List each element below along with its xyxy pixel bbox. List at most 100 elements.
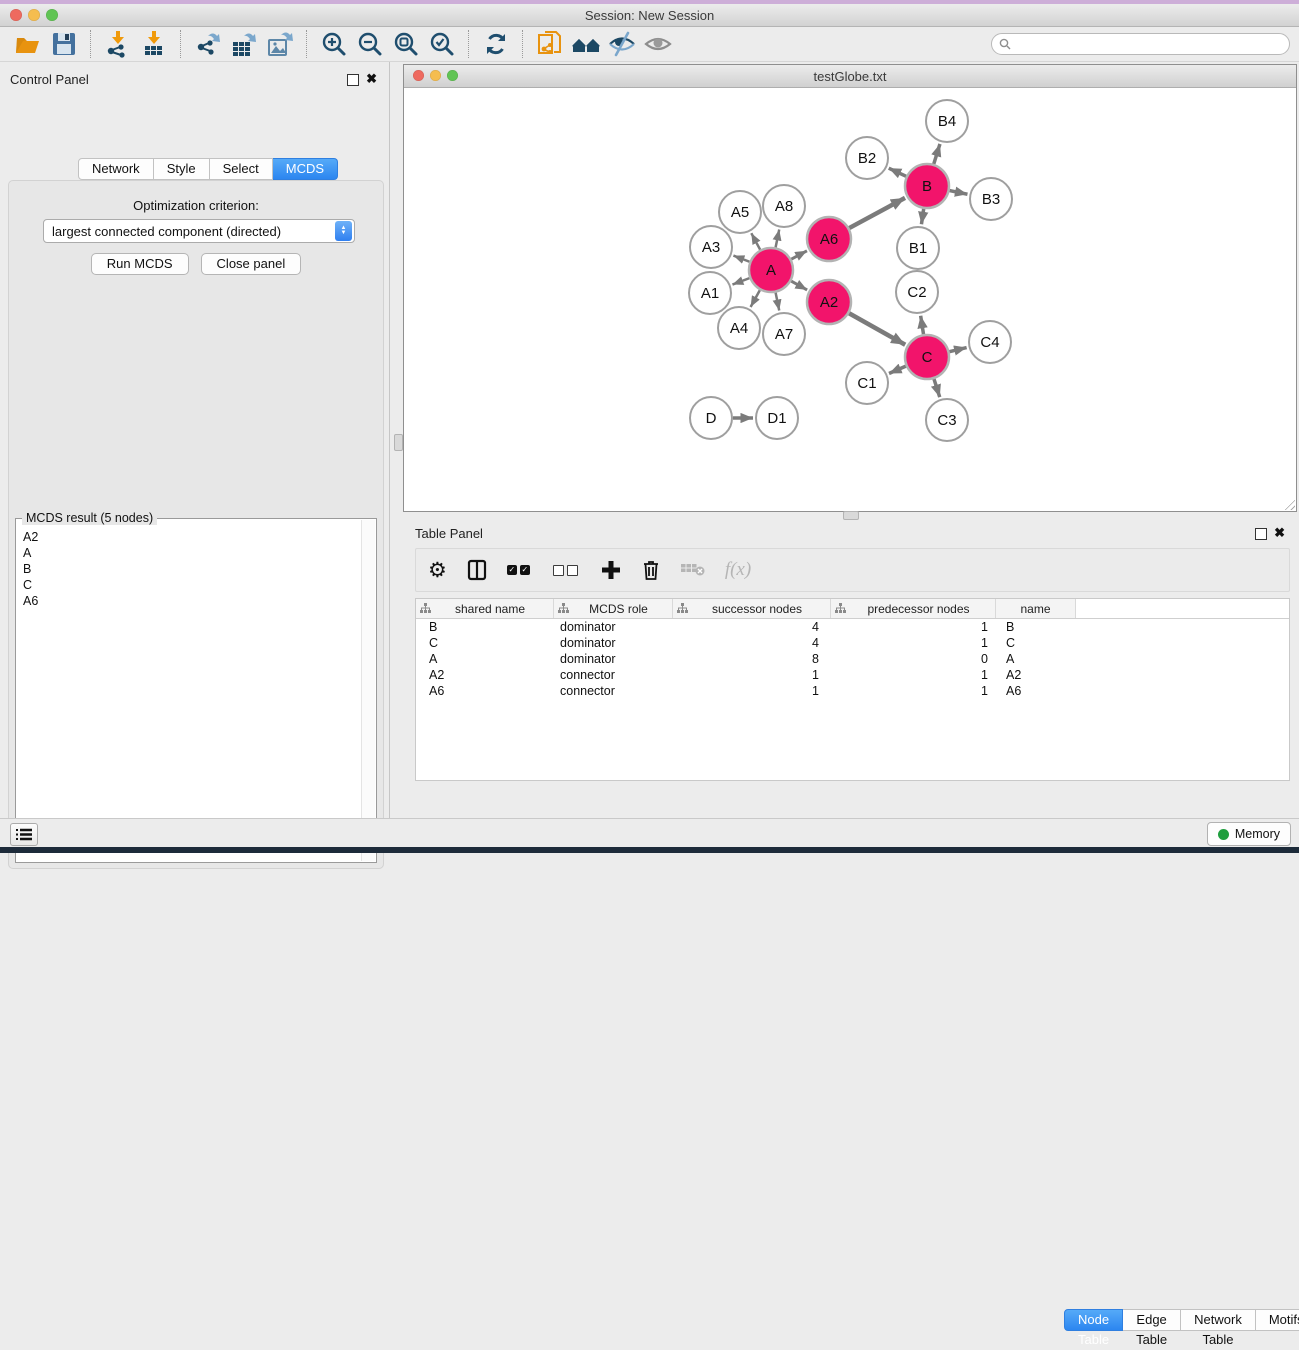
delete-table-icon[interactable] — [681, 563, 705, 577]
table-cell[interactable]: C — [996, 636, 1076, 650]
edge-B-B4[interactable] — [934, 144, 940, 164]
search-input[interactable] — [1015, 36, 1289, 52]
result-item[interactable]: A — [23, 545, 362, 561]
table-cell[interactable]: dominator — [554, 620, 673, 634]
node-B3[interactable]: B3 — [970, 178, 1012, 220]
column-header-shared-name[interactable]: shared name — [416, 599, 554, 618]
table-cell[interactable]: 0 — [831, 652, 996, 666]
tab-motifs[interactable]: Motifs — [1256, 1309, 1299, 1331]
node-A7[interactable]: A7 — [763, 313, 805, 355]
node-A[interactable]: A — [749, 248, 793, 292]
table-cell[interactable]: B — [996, 620, 1076, 634]
tab-network-table[interactable]: Network Table — [1181, 1309, 1256, 1331]
edge-A2-C[interactable] — [849, 313, 905, 345]
export-table-icon[interactable] — [229, 29, 259, 59]
horizontal-splitter-handle[interactable] — [843, 511, 859, 520]
table-row[interactable]: A2connector11A2 — [416, 667, 1289, 683]
show-column-icon[interactable] — [467, 559, 487, 581]
table-cell[interactable]: 1 — [673, 684, 831, 698]
network-window-titlebar[interactable]: testGlobe.txt — [404, 65, 1296, 88]
table-cell[interactable]: 1 — [831, 636, 996, 650]
tab-style[interactable]: Style — [154, 158, 210, 180]
node-C1[interactable]: C1 — [846, 362, 888, 404]
export-network-icon[interactable] — [193, 29, 223, 59]
table-cell[interactable]: dominator — [554, 652, 673, 666]
zoom-in-icon[interactable] — [319, 29, 349, 59]
clone-network-icon[interactable] — [535, 29, 565, 59]
save-session-icon[interactable] — [49, 29, 79, 59]
result-item[interactable]: A2 — [23, 529, 362, 545]
tab-edge-table[interactable]: Edge Table — [1123, 1309, 1181, 1331]
table-cell[interactable]: B — [416, 620, 554, 634]
node-B2[interactable]: B2 — [846, 137, 888, 179]
table-cell[interactable]: A — [996, 652, 1076, 666]
edge-B-B1[interactable] — [921, 209, 923, 224]
edge-A-A4[interactable] — [751, 290, 760, 307]
node-table[interactable]: shared nameMCDS rolesuccessor nodesprede… — [415, 598, 1290, 781]
edge-B-B3[interactable] — [950, 191, 968, 195]
first-neighbors-icon[interactable] — [571, 29, 601, 59]
edge-C-C3[interactable] — [934, 379, 940, 397]
edge-A-A3[interactable] — [733, 256, 749, 262]
table-cell[interactable]: 4 — [673, 620, 831, 634]
table-body[interactable]: Bdominator41BCdominator41CAdominator80AA… — [416, 619, 1289, 699]
node-C4[interactable]: C4 — [969, 321, 1011, 363]
edge-C-C4[interactable] — [949, 348, 966, 352]
delete-columns-icon[interactable] — [641, 559, 661, 581]
table-row[interactable]: Cdominator41C — [416, 635, 1289, 651]
result-item[interactable]: A6 — [23, 593, 362, 609]
table-header-row[interactable]: shared nameMCDS rolesuccessor nodesprede… — [416, 599, 1289, 619]
table-cell[interactable]: A2 — [416, 668, 554, 682]
edge-A-A2[interactable] — [791, 281, 807, 290]
network-graph[interactable]: B4B2BB3A8A5A6A3B1AA1C2A2A4A7C4CC1C3DD1 — [404, 88, 1296, 511]
optimization-criterion-select[interactable]: largest connected component (directed) ▲… — [43, 219, 355, 243]
node-A1[interactable]: A1 — [689, 272, 731, 314]
edge-C-C1[interactable] — [889, 366, 906, 373]
table-options-icon[interactable]: ⚙ — [428, 560, 447, 580]
edge-A-A8[interactable] — [776, 230, 780, 248]
result-item[interactable]: B — [23, 561, 362, 577]
network-canvas[interactable]: B4B2BB3A8A5A6A3B1AA1C2A2A4A7C4CC1C3DD1 — [404, 88, 1296, 511]
node-D[interactable]: D — [690, 397, 732, 439]
table-cell[interactable]: 8 — [673, 652, 831, 666]
run-mcds-button[interactable]: Run MCDS — [91, 253, 189, 275]
edge-B-B2[interactable] — [889, 168, 906, 176]
float-table-panel-icon[interactable] — [1255, 528, 1267, 540]
close-panel-button[interactable]: Close panel — [201, 253, 302, 275]
edge-A-A7[interactable] — [776, 293, 780, 311]
table-row[interactable]: A6connector11A6 — [416, 683, 1289, 699]
import-network-icon[interactable] — [103, 29, 133, 59]
table-cell[interactable]: A — [416, 652, 554, 666]
table-cell[interactable]: 1 — [831, 668, 996, 682]
table-cell[interactable]: 1 — [831, 684, 996, 698]
mcds-result-list[interactable]: A2ABCA6 — [17, 527, 362, 861]
node-A8[interactable]: A8 — [763, 185, 805, 227]
table-row[interactable]: Adominator80A — [416, 651, 1289, 667]
tab-select[interactable]: Select — [210, 158, 273, 180]
node-A3[interactable]: A3 — [690, 226, 732, 268]
refresh-icon[interactable] — [481, 29, 511, 59]
edge-A-A5[interactable] — [751, 233, 760, 250]
edge-A6-B[interactable] — [849, 198, 905, 228]
table-cell[interactable]: A6 — [996, 684, 1076, 698]
edge-A-A1[interactable] — [732, 278, 749, 284]
table-cell[interactable]: 4 — [673, 636, 831, 650]
table-cell[interactable]: A6 — [416, 684, 554, 698]
search-field[interactable] — [991, 33, 1290, 55]
result-item[interactable]: C — [23, 577, 362, 593]
open-session-icon[interactable] — [13, 29, 43, 59]
table-cell[interactable]: connector — [554, 668, 673, 682]
node-A4[interactable]: A4 — [718, 307, 760, 349]
tab-network[interactable]: Network — [78, 158, 154, 180]
zoom-selected-icon[interactable] — [427, 29, 457, 59]
edge-A-A6[interactable] — [791, 251, 807, 259]
table-cell[interactable]: 1 — [831, 620, 996, 634]
import-table-icon[interactable] — [139, 29, 169, 59]
table-cell[interactable]: A2 — [996, 668, 1076, 682]
node-A2[interactable]: A2 — [807, 280, 851, 324]
table-cell[interactable]: 1 — [673, 668, 831, 682]
tab-node-table[interactable]: Node Table — [1064, 1309, 1123, 1331]
create-column-icon[interactable] — [601, 560, 621, 580]
close-panel-icon[interactable]: ✖ — [366, 71, 377, 87]
column-header-name[interactable]: name — [996, 599, 1076, 618]
